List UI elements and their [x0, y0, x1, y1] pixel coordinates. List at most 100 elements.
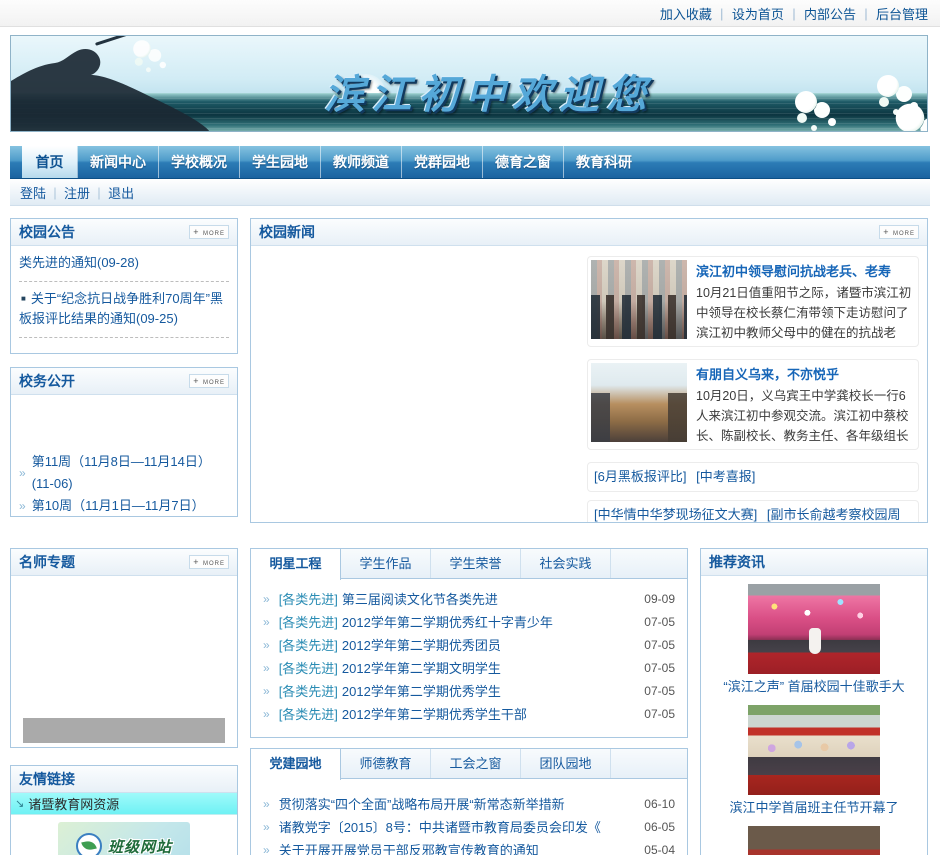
list-item-link[interactable]: [各类先进]第三届阅读文化节各类先进 [279, 589, 637, 608]
register-link[interactable]: 注册 [46, 183, 90, 202]
more-button[interactable]: + more [879, 225, 919, 239]
affairs-list: 第11周（11月8日—11月14日）(11-06) 第10周（11月1日—11月… [11, 451, 237, 516]
news-thumbnail-meeting-photo[interactable] [591, 363, 687, 442]
list-item-link[interactable]: [各类先进]2012学年第二学期优秀红十字青少年 [279, 612, 637, 631]
tab-league-garden[interactable]: 团队园地 [521, 749, 611, 778]
banner-person-silhouette [11, 36, 210, 131]
more-button[interactable]: + more [189, 555, 229, 569]
category-tag: [各类先进] [278, 707, 338, 722]
recommend-photo-head-teacher-festival[interactable] [748, 705, 880, 795]
list-item: 贯彻落实“四个全面”战略布局开展“新常态新举措新 06-10 [251, 792, 687, 815]
list-item-date: 06-10 [644, 796, 675, 811]
announcement-link[interactable]: 关于“纪念抗日战争胜利70周年”黑板报评比结果的通知(09-25) [19, 282, 229, 338]
party-building-panel: 党建园地 师德教育 工会之窗 团队园地 贯彻落实“四个全面”战略布局开展“新常态… [250, 748, 688, 855]
campus-announcements-panel: 校园公告 + more 类先进的通知(09-28) 关于“纪念抗日战争胜利70周… [10, 218, 238, 354]
list-item-title: 2012学年第二学期优秀团员 [341, 638, 501, 653]
more-button[interactable]: + more [189, 374, 229, 388]
recommend-caption-link[interactable]: 滨江中学首届班主任节开幕了 [701, 798, 927, 818]
announcement-link[interactable]: 类先进的通知(09-28) [19, 246, 229, 282]
nav-tab-teacher-channel[interactable]: 教师频道 [320, 146, 401, 178]
recommend-photo-singing-contest[interactable] [748, 584, 880, 674]
announcement-list: 类先进的通知(09-28) 关于“纪念抗日战争胜利70周年”黑板报评比结果的通知… [11, 246, 237, 338]
class-website-banner[interactable]: 班级网站 [58, 822, 190, 855]
category-tag: [各类先进] [278, 661, 338, 676]
list-item-link[interactable]: 关于开展开展党员干部反邪教宣传教育的通知 [279, 840, 637, 855]
news-bracket-link[interactable]: [6月黑板报评比] [594, 469, 686, 484]
nav-tab-moral-education[interactable]: 德育之窗 [482, 146, 563, 178]
list-item-date: 07-05 [644, 637, 675, 652]
news-bracket-link[interactable]: [中考喜报] [696, 469, 755, 484]
recommend-caption-link[interactable]: “滨江之声” 首届校园十佳歌手大 [701, 677, 927, 697]
news-text: 有朋自义乌来，不亦悦乎 10月20日，义乌宾王中学龚校长一行6人来滨江初中参观交… [696, 363, 915, 446]
category-tag: [各类先进] [278, 615, 338, 630]
recommend-photo-meeting[interactable] [748, 826, 880, 855]
tab-student-honors[interactable]: 学生荣誉 [431, 549, 521, 578]
news-text: 滨江初中领导慰问抗战老兵、老寿 10月21日值重阳节之际，诸暨市滨江初中领导在校… [696, 260, 915, 343]
list-item: [各类先进]2012学年第二学期优秀红十字青少年 07-05 [251, 610, 687, 633]
news-thumbnail-group-photo[interactable] [591, 260, 687, 339]
list-item-link[interactable]: [各类先进]2012学年第二学期优秀学生干部 [279, 704, 637, 723]
list-item-link[interactable]: [各类先进]2012学年第二学期优秀学生 [279, 681, 637, 700]
tabstrip: 党建园地 师德教育 工会之窗 团队园地 [251, 749, 687, 780]
tab-teacher-ethics[interactable]: 师德教育 [341, 749, 431, 778]
nav-tab-education-research[interactable]: 教育科研 [563, 146, 644, 178]
nav-tab-home[interactable]: 首页 [22, 146, 77, 178]
news-title-link[interactable]: 滨江初中领导慰问抗战老兵、老寿 [696, 261, 915, 280]
nav-tab-student-garden[interactable]: 学生园地 [239, 146, 320, 178]
recommended-info-panel: 推荐资讯 “滨江之声” 首届校园十佳歌手大 滨江中学首届班主任节开幕了 [700, 548, 928, 855]
panel-title: 推荐资讯 [709, 554, 765, 570]
list-item-link[interactable]: [各类先进]2012学年第二学期文明学生 [279, 658, 637, 677]
flower-decoration [877, 75, 899, 97]
logout-link[interactable]: 退出 [90, 183, 134, 202]
list-item: [各类先进]2012学年第二学期优秀团员 07-05 [251, 633, 687, 656]
panel-title: 校园公告 [19, 224, 75, 240]
list-item-link[interactable]: 诸教党字〔2015〕8号：中共诸暨市教育局委员会印发《 [279, 817, 637, 836]
list-item: 诸教党字〔2015〕8号：中共诸暨市教育局委员会印发《 06-05 [251, 815, 687, 838]
campus-news-panel: 校园新闻 + more 滨江初中领导慰问抗战老兵、老寿 10月21日值重阳节之际… [250, 218, 928, 523]
tab-student-works[interactable]: 学生作品 [341, 549, 431, 578]
topbar-link-add-favorite[interactable]: 加入收藏 [660, 4, 712, 23]
flower-decoration [795, 91, 817, 113]
more-button[interactable]: + more [189, 225, 229, 239]
news-item: 滨江初中领导慰问抗战老兵、老寿 10月21日值重阳节之际，诸暨市滨江初中领导在校… [587, 256, 919, 347]
nav-tab-news-center[interactable]: 新闻中心 [77, 146, 158, 178]
nav-tab-school-overview[interactable]: 学校概况 [158, 146, 239, 178]
news-link-group: [6月黑板报评比] [中考喜报] [587, 462, 919, 492]
tab-star-project[interactable]: 明星工程 [251, 549, 341, 580]
tab-union-window[interactable]: 工会之窗 [431, 749, 521, 778]
panel-header: 名师专题 + more [11, 549, 237, 576]
topbar-link-set-homepage[interactable]: 设为首页 [712, 4, 784, 23]
tab-party-building[interactable]: 党建园地 [251, 749, 341, 780]
tab-social-practice[interactable]: 社会实践 [521, 549, 611, 578]
list-item: 关于开展开展党员干部反邪教宣传教育的通知 05-04 [251, 838, 687, 855]
recommend-list: “滨江之声” 首届校园十佳歌手大 滨江中学首届班主任节开幕了 [701, 584, 927, 855]
panel-title: 校园新闻 [259, 224, 315, 240]
news-link-group: [中华情中华梦现场征文大赛] [副市长俞越考察校园周边环境整治工作] [587, 500, 919, 522]
list-item-title: 2012学年第二学期优秀学生 [341, 684, 501, 699]
login-link[interactable]: 登陆 [20, 183, 46, 202]
category-tag: [各类先进] [278, 638, 338, 653]
star-list: [各类先进]第三届阅读文化节各类先进 09-09 [各类先进]2012学年第二学… [251, 579, 687, 725]
affairs-link[interactable]: 第10周（11月1日—11月7日） [17, 495, 231, 516]
list-item-title: 2012学年第二学期文明学生 [341, 661, 501, 676]
party-list: 贯彻落实“四个全面”战略布局开展“新常态新举措新 06-10 诸教党字〔2015… [251, 779, 687, 855]
news-bracket-link[interactable]: [中华情中华梦现场征文大赛] [594, 507, 757, 522]
list-item-link[interactable]: 贯彻落实“四个全面”战略布局开展“新常态新举措新 [279, 794, 637, 813]
news-title-link[interactable]: 有朋自义乌来，不亦悦乎 [696, 364, 915, 383]
nav-tab-party-group[interactable]: 党群园地 [401, 146, 482, 178]
affairs-link[interactable]: 第11周（11月8日—11月14日）(11-06) [17, 451, 231, 495]
school-affairs-panel: 校务公开 + more 第11周（11月8日—11月14日）(11-06) 第1… [10, 367, 238, 517]
list-item: [各类先进]2012学年第二学期优秀学生干部 07-05 [251, 702, 687, 725]
famous-teacher-panel: 名师专题 + more [10, 548, 238, 748]
main-nav: 首页 新闻中心 学校概况 学生园地 教师频道 党群园地 德育之窗 教育科研 [10, 146, 930, 179]
list-item-link[interactable]: [各类先进]2012学年第二学期优秀团员 [279, 635, 637, 654]
tabstrip: 明星工程 学生作品 学生荣誉 社会实践 [251, 549, 687, 580]
flower-decoration [895, 103, 925, 131]
panel-header: 校务公开 + more [11, 368, 237, 395]
topbar-link-internal-notice[interactable]: 内部公告 [784, 4, 856, 23]
school-logo-icon [75, 833, 102, 855]
friendly-links-panel: 友情链接 诸暨教育网资源 班级网站 [10, 765, 238, 855]
topbar-link-admin[interactable]: 后台管理 [856, 4, 928, 23]
friendly-link-zhuji-education[interactable]: 诸暨教育网资源 [11, 793, 237, 815]
news-summary: 10月20日，义乌宾王中学龚校长一行6人来滨江初中参观交流。滨江初中蔡校长、陈副… [696, 389, 909, 443]
